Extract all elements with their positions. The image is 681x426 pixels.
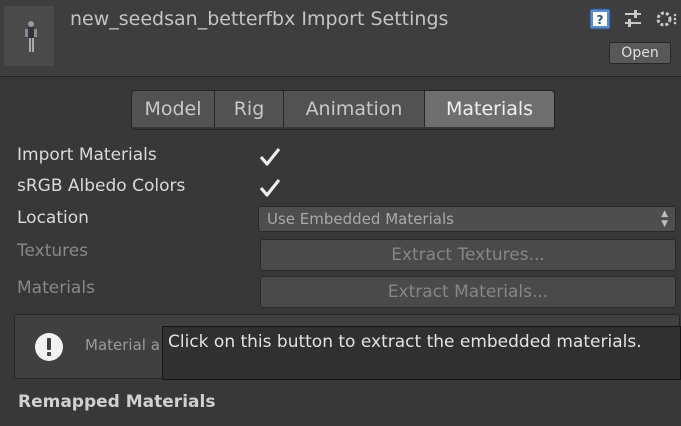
checkmark-icon — [259, 179, 281, 197]
inspector-header: new_seedsan_betterfbx Import Settings ? … — [0, 0, 681, 77]
svg-text:?: ? — [597, 13, 604, 27]
srgb-albedo-checkbox[interactable] — [258, 176, 282, 200]
srgb-albedo-label: sRGB Albedo Colors — [17, 176, 186, 196]
info-exclamation-icon — [33, 331, 65, 367]
remapped-materials-heading: Remapped Materials — [18, 392, 216, 412]
tab-model[interactable]: Model — [132, 91, 215, 127]
import-materials-label: Import Materials — [17, 145, 157, 165]
tab-materials[interactable]: Materials — [425, 91, 554, 127]
open-button[interactable]: Open — [609, 42, 671, 64]
preset-sliders-icon[interactable] — [623, 9, 643, 33]
tab-rig[interactable]: Rig — [215, 91, 284, 127]
gear-menu-icon[interactable] — [654, 8, 678, 34]
import-tabs: Model Rig Animation Materials — [131, 90, 555, 130]
tooltip: Click on this button to extract the embe… — [162, 326, 681, 380]
materials-label: Materials — [17, 278, 95, 298]
checkmark-icon — [259, 148, 281, 166]
textures-label: Textures — [17, 241, 89, 261]
dropdown-arrows-icon: ▲ ▼ — [661, 209, 668, 229]
location-value: Use Embedded Materials — [267, 210, 454, 228]
model-thumbnail — [4, 6, 54, 66]
info-text: Material a — [85, 336, 160, 354]
location-dropdown[interactable]: Use Embedded Materials ▲ ▼ — [258, 206, 676, 232]
tab-animation[interactable]: Animation — [284, 91, 425, 127]
extract-textures-button[interactable]: Extract Textures... — [260, 239, 676, 271]
import-materials-checkbox[interactable] — [258, 145, 282, 169]
extract-materials-button[interactable]: Extract Materials... — [260, 276, 676, 308]
location-label: Location — [17, 208, 89, 228]
page-title: new_seedsan_betterfbx Import Settings — [70, 8, 449, 30]
help-book-icon[interactable]: ? — [589, 8, 611, 34]
